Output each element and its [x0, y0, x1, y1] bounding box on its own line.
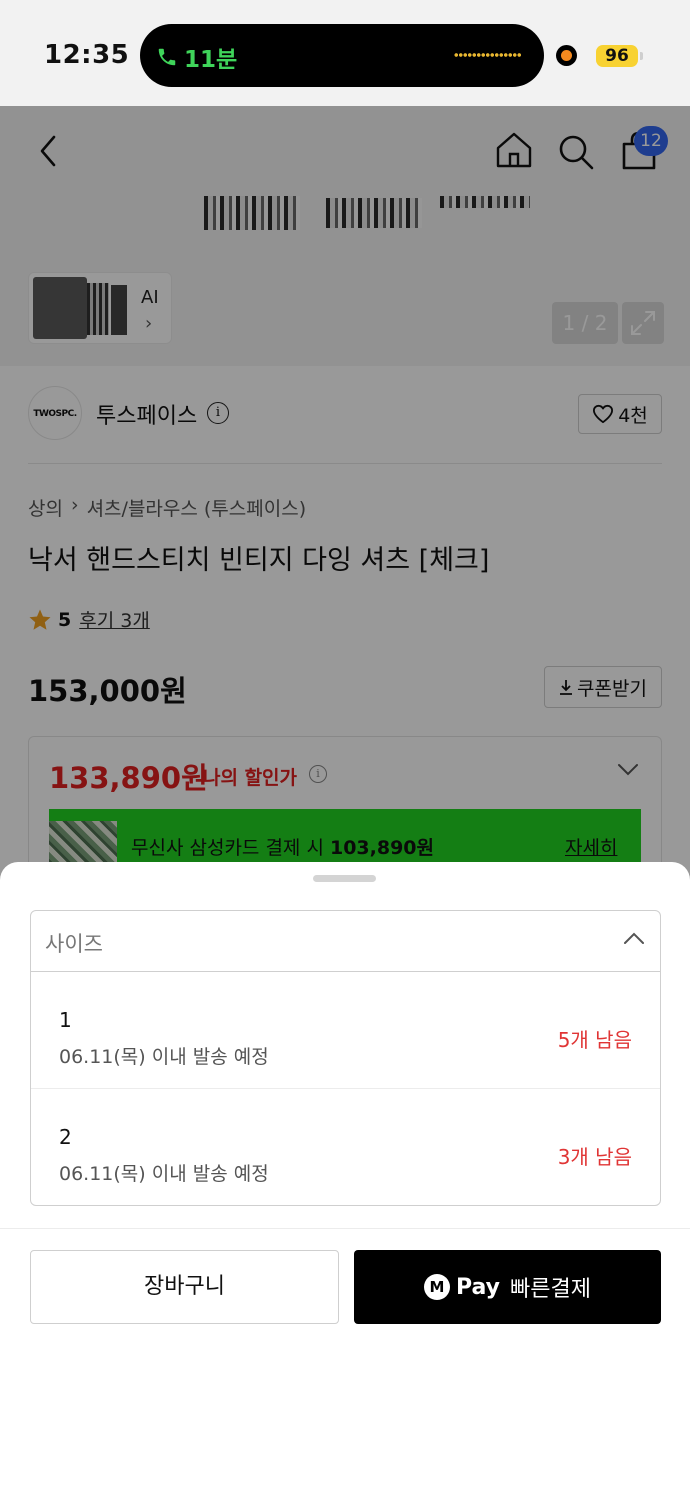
- size-option-1[interactable]: 1 06.11(목) 이내 발송 예정 5개 남음: [31, 972, 660, 1089]
- call-duration: 11분: [184, 47, 238, 73]
- dynamic-island[interactable]: 11분: [140, 24, 544, 87]
- quick-pay-button[interactable]: M Pay 빠른결제: [354, 1250, 661, 1324]
- size-option-stock: 3개 남음: [557, 1145, 632, 1169]
- size-select-title: 사이즈: [45, 932, 103, 956]
- audio-wave: [454, 51, 522, 59]
- size-select-header[interactable]: 사이즈: [31, 911, 660, 972]
- mpay-logo-icon: M: [423, 1274, 450, 1300]
- size-option-shipping: 06.11(목) 이내 발송 예정: [59, 1046, 269, 1068]
- recording-indicator: [556, 45, 577, 66]
- call-indicator: 11분: [156, 40, 237, 74]
- status-bar: 12:35 11분 96: [0, 0, 690, 106]
- size-option-shipping: 06.11(목) 이내 발송 예정: [59, 1163, 269, 1185]
- option-bottom-sheet: 사이즈 1 06.11(목) 이내 발송 예정 5개 남음 2 06.11(목)…: [0, 862, 690, 1500]
- size-option-name: 2: [59, 1125, 72, 1149]
- status-time: 12:35: [44, 40, 130, 70]
- add-to-cart-button[interactable]: 장바구니: [30, 1250, 339, 1324]
- size-option-2[interactable]: 2 06.11(목) 이내 발송 예정 3개 남음: [31, 1089, 660, 1205]
- quick-pay-label: 빠른결제: [510, 1277, 591, 1302]
- size-option-name: 1: [59, 1008, 72, 1032]
- size-select: 사이즈 1 06.11(목) 이내 발송 예정 5개 남음 2 06.11(목)…: [30, 910, 661, 1206]
- battery-level: 96: [596, 45, 638, 67]
- phone-icon: [158, 48, 176, 66]
- pay-word: Pay: [455, 1274, 501, 1300]
- chevron-up-icon: [624, 932, 644, 944]
- sheet-handle[interactable]: [313, 875, 376, 882]
- divider: [0, 1228, 690, 1229]
- size-option-stock: 5개 남음: [557, 1028, 632, 1052]
- battery-tip: [640, 52, 643, 60]
